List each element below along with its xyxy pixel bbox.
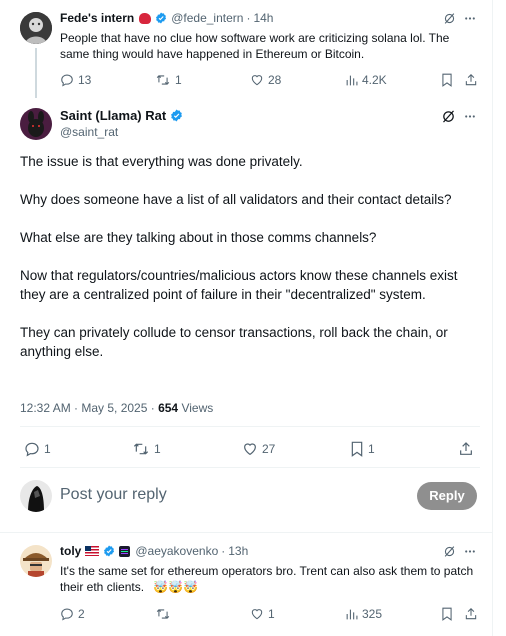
author-handle[interactable]: @saint_rat: [60, 125, 118, 139]
tweet-actions: 13 1 28 4.2K: [60, 73, 480, 89]
author-name[interactable]: Saint (Llama) Rat: [60, 108, 166, 123]
bookmark-icon: [442, 73, 452, 87]
bookmark-button[interactable]: [441, 73, 453, 87]
views-button[interactable]: 325: [345, 607, 382, 621]
timestamp[interactable]: 14h: [253, 11, 273, 25]
more-icon[interactable]: [463, 12, 477, 30]
repost-icon: [156, 75, 170, 85]
reply-icon: [61, 608, 73, 621]
reply-composer: Post your reply Reply: [0, 468, 493, 532]
tweet-text: It's the same set for ethereum operators…: [60, 563, 480, 595]
views-button[interactable]: 4.2K: [345, 73, 387, 87]
grok-icon[interactable]: [443, 545, 456, 563]
reply-button[interactable]: Reply: [417, 482, 477, 510]
grok-icon[interactable]: [443, 12, 456, 30]
verified-icon: [156, 12, 167, 24]
share-button[interactable]: [464, 73, 478, 87]
exploding-head-emojis: 🤯🤯🤯: [153, 580, 199, 594]
share-icon: [460, 442, 472, 455]
like-count: 28: [268, 73, 282, 87]
timeline-column: Fede's intern @fede_intern · 14h People …: [0, 0, 493, 636]
like-icon: [251, 75, 263, 86]
tweet-timestamp[interactable]: 12:32 AM · May 5, 2025 ·: [20, 401, 158, 415]
reply-input[interactable]: Post your reply: [60, 486, 167, 504]
repost-button[interactable]: 1: [155, 73, 182, 87]
author-name[interactable]: Fede's intern: [60, 11, 134, 25]
avatar[interactable]: [20, 108, 52, 140]
reply-icon: [61, 74, 73, 87]
reply-button[interactable]: 2: [60, 607, 85, 621]
tweet-paragraph: The issue is that everything was done pr…: [20, 154, 303, 169]
tweet-actions: 2 1 325: [60, 607, 480, 623]
tweet-body: The issue is that everything was done pr…: [20, 152, 480, 361]
like-count: 27: [262, 442, 276, 456]
avatar: [20, 480, 52, 512]
timestamp[interactable]: 13h: [228, 544, 248, 558]
repost-button[interactable]: 1: [132, 441, 161, 457]
more-icon[interactable]: [463, 110, 477, 128]
bookmark-button[interactable]: [441, 607, 453, 621]
avatar[interactable]: [20, 545, 52, 577]
tweet-actions: 1 1 27 1: [24, 441, 476, 459]
share-button[interactable]: [464, 607, 478, 621]
repost-button[interactable]: [155, 607, 175, 621]
dot-separator: ·: [246, 11, 251, 25]
share-icon: [465, 74, 477, 86]
tweet-text: People that have no clue how software wo…: [60, 31, 450, 61]
red-boxing-glove-emoji: [139, 12, 152, 24]
tweet-paragraph: Why does someone have a list of all vali…: [20, 192, 452, 207]
views-count: 325: [362, 607, 383, 621]
like-count: 1: [268, 607, 275, 621]
us-flag-emoji: [85, 546, 100, 556]
main-tweet: Saint (Llama) Rat @saint_rat The issue i…: [0, 98, 493, 468]
tweet-toly[interactable]: toly @aeyakovenko · 13h It's the same se…: [0, 533, 493, 636]
avatar[interactable]: [20, 12, 52, 44]
author-handle[interactable]: @aeyakovenko: [135, 544, 218, 558]
repost-icon: [133, 443, 149, 455]
bookmark-count: 1: [368, 442, 375, 456]
tweet-paragraph: What else are they talking about in thos…: [20, 230, 377, 245]
reply-count: 1: [44, 442, 51, 456]
repost-count: 1: [154, 442, 161, 456]
like-icon: [251, 609, 263, 620]
like-button[interactable]: 1: [250, 607, 275, 621]
bookmark-button[interactable]: 1: [350, 441, 375, 457]
like-icon: [244, 443, 256, 456]
verified-icon: [171, 109, 183, 122]
views-icon: [346, 609, 358, 619]
views-count: 654: [158, 401, 179, 415]
repost-icon: [156, 609, 170, 619]
tweet-fede[interactable]: Fede's intern @fede_intern · 14h People …: [0, 0, 493, 98]
dot-separator: ·: [221, 544, 226, 558]
more-icon[interactable]: [463, 545, 477, 563]
share-icon: [465, 608, 477, 620]
verified-icon: [104, 545, 115, 557]
reply-count: 2: [78, 607, 85, 621]
views-icon: [346, 75, 358, 85]
reply-icon: [25, 442, 39, 457]
reply-button[interactable]: 13: [60, 73, 91, 87]
bookmark-icon: [351, 441, 363, 457]
views-label: Views: [178, 401, 214, 415]
tweet-text-content: It's the same set for ethereum operators…: [60, 564, 474, 594]
views-count: 4.2K: [362, 73, 387, 87]
bookmark-icon: [442, 607, 452, 621]
author-name[interactable]: toly: [60, 544, 81, 558]
tweet-paragraph: Now that regulators/countries/malicious …: [20, 268, 458, 302]
like-button[interactable]: 28: [250, 73, 281, 87]
share-button[interactable]: [458, 441, 474, 457]
divider: [20, 426, 480, 427]
affiliate-badge-icon: [119, 545, 131, 557]
repost-count: 1: [175, 73, 182, 87]
grok-icon[interactable]: [441, 109, 456, 129]
reply-count: 13: [78, 73, 92, 87]
thread-line: [35, 48, 37, 98]
tweet-meta: 12:32 AM · May 5, 2025 · 654 Views: [20, 401, 213, 415]
like-button[interactable]: 27: [242, 441, 275, 457]
tweet-paragraph: They can privately collude to censor tra…: [20, 325, 448, 359]
reply-button[interactable]: 1: [24, 441, 51, 457]
author-handle[interactable]: @fede_intern: [171, 11, 243, 25]
